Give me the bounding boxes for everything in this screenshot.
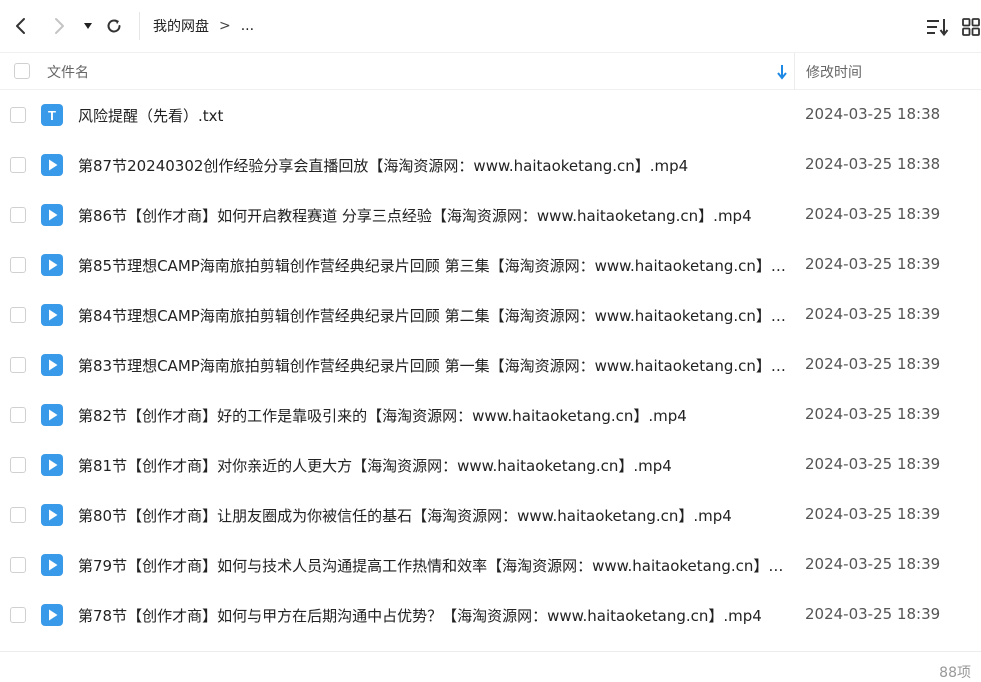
grid-view-button[interactable] <box>962 18 980 36</box>
select-all-checkbox[interactable] <box>14 63 30 79</box>
file-row[interactable]: 第78节【创作才商】如何与甲方在后期沟通中占优势？【海淘资源网：www.hait… <box>0 590 981 640</box>
row-checkbox[interactable] <box>10 457 26 473</box>
file-modified-time: 2024-03-25 18:39 <box>805 405 941 423</box>
file-name[interactable]: 第82节【创作才商】好的工作是靠吸引来的【海淘资源网：www.haitaoket… <box>78 405 786 426</box>
file-modified-time: 2024-03-25 18:39 <box>805 305 941 323</box>
video-icon <box>41 454 63 476</box>
row-checkbox[interactable] <box>10 157 26 173</box>
breadcrumb: 我的网盘 > ... <box>153 15 254 37</box>
file-modified-time: 2024-03-25 18:38 <box>805 155 941 173</box>
sort-button[interactable] <box>925 16 949 38</box>
file-row[interactable]: 第79节【创作才商】如何与技术人员沟通提高工作热情和效率【海淘资源网：www.h… <box>0 540 981 590</box>
file-row[interactable]: 第86节【创作才商】如何开启教程赛道 分享三点经验【海淘资源网：www.hait… <box>0 190 981 240</box>
row-checkbox[interactable] <box>10 407 26 423</box>
video-icon <box>41 204 63 226</box>
column-divider[interactable] <box>794 53 795 90</box>
video-icon <box>41 554 63 576</box>
file-modified-time: 2024-03-25 18:39 <box>805 455 941 473</box>
row-checkbox[interactable] <box>10 607 26 623</box>
file-row[interactable]: 第80节【创作才商】让朋友圈成为你被信任的基石【海淘资源网：www.haitao… <box>0 490 981 540</box>
video-icon <box>41 254 63 276</box>
video-icon <box>41 154 63 176</box>
caret-down-icon <box>84 23 92 29</box>
refresh-icon <box>107 19 121 33</box>
file-name[interactable]: 第85节理想CAMP海南旅拍剪辑创作营经典纪录片回顾 第三集【海淘资源网：www… <box>78 255 786 276</box>
item-count: 88项 <box>939 665 971 681</box>
file-modified-time: 2024-03-25 18:39 <box>805 355 941 373</box>
file-row[interactable]: 第84节理想CAMP海南旅拍剪辑创作营经典纪录片回顾 第二集【海淘资源网：www… <box>0 290 981 340</box>
svg-text:T: T <box>48 108 56 123</box>
row-checkbox[interactable] <box>10 307 26 323</box>
file-modified-time: 2024-03-25 18:39 <box>805 555 941 573</box>
file-name[interactable]: 第79节【创作才商】如何与技术人员沟通提高工作热情和效率【海淘资源网：www.h… <box>78 555 786 576</box>
breadcrumb-separator: > <box>219 18 231 34</box>
file-modified-time: 2024-03-25 18:39 <box>805 255 941 273</box>
breadcrumb-item-root[interactable]: 我的网盘 <box>153 16 209 36</box>
row-checkbox[interactable] <box>10 207 26 223</box>
file-name[interactable]: 第80节【创作才商】让朋友圈成为你被信任的基石【海淘资源网：www.haitao… <box>78 505 786 526</box>
column-header-name[interactable]: 文件名 <box>47 62 89 82</box>
chevron-left-icon <box>16 18 25 34</box>
video-icon <box>41 604 63 626</box>
list-header: 文件名 修改时间 <box>0 52 981 90</box>
file-modified-time: 2024-03-25 18:38 <box>805 105 941 123</box>
row-checkbox[interactable] <box>10 257 26 273</box>
footer-divider <box>0 651 981 652</box>
file-name[interactable]: 第78节【创作才商】如何与甲方在后期沟通中占优势？【海淘资源网：www.hait… <box>78 605 786 626</box>
file-name[interactable]: 第84节理想CAMP海南旅拍剪辑创作营经典纪录片回顾 第二集【海淘资源网：www… <box>78 305 786 326</box>
file-name[interactable]: 第86节【创作才商】如何开启教程赛道 分享三点经验【海淘资源网：www.hait… <box>78 205 786 226</box>
history-dropdown-button[interactable] <box>78 11 98 41</box>
row-checkbox[interactable] <box>10 557 26 573</box>
file-row[interactable]: 第83节理想CAMP海南旅拍剪辑创作营经典纪录片回顾 第一集【海淘资源网：www… <box>0 340 981 390</box>
refresh-button[interactable] <box>99 11 129 41</box>
video-icon <box>41 504 63 526</box>
file-row[interactable]: 第82节【创作才商】好的工作是靠吸引来的【海淘资源网：www.haitaoket… <box>0 390 981 440</box>
sort-icon <box>927 19 949 37</box>
file-modified-time: 2024-03-25 18:39 <box>805 605 941 623</box>
file-name[interactable]: 风险提醒（先看）.txt <box>78 105 786 126</box>
row-checkbox[interactable] <box>10 357 26 373</box>
chevron-right-icon <box>55 18 64 34</box>
sort-descending-icon[interactable] <box>776 64 788 80</box>
back-button[interactable] <box>6 11 36 41</box>
file-name[interactable]: 第83节理想CAMP海南旅拍剪辑创作营经典纪录片回顾 第一集【海淘资源网：www… <box>78 355 786 376</box>
file-row[interactable]: 第85节理想CAMP海南旅拍剪辑创作营经典纪录片回顾 第三集【海淘资源网：www… <box>0 240 981 290</box>
forward-button[interactable] <box>44 11 74 41</box>
breadcrumb-item-collapsed[interactable]: ... <box>241 18 254 34</box>
file-row[interactable]: 第81节【创作才商】对你亲近的人更大方【海淘资源网：www.haitaoketa… <box>0 440 981 490</box>
column-header-modified-time[interactable]: 修改时间 <box>806 62 862 82</box>
video-icon <box>41 304 63 326</box>
video-icon <box>41 354 63 376</box>
file-name[interactable]: 第87节20240302创作经验分享会直播回放【海淘资源网：www.haitao… <box>78 155 786 176</box>
grid-icon <box>962 18 980 36</box>
file-modified-time: 2024-03-25 18:39 <box>805 205 941 223</box>
row-checkbox[interactable] <box>10 107 26 123</box>
txt-icon: T <box>41 104 63 126</box>
video-icon <box>41 404 63 426</box>
file-modified-time: 2024-03-25 18:39 <box>805 505 941 523</box>
file-row[interactable]: 第87节20240302创作经验分享会直播回放【海淘资源网：www.haitao… <box>0 140 981 190</box>
row-checkbox[interactable] <box>10 507 26 523</box>
toolbar: 我的网盘 > ... <box>0 0 981 52</box>
file-row[interactable]: T 风险提醒（先看）.txt 2024-03-25 18:38 <box>0 90 981 140</box>
toolbar-divider <box>139 12 140 40</box>
file-name[interactable]: 第81节【创作才商】对你亲近的人更大方【海淘资源网：www.haitaoketa… <box>78 455 786 476</box>
